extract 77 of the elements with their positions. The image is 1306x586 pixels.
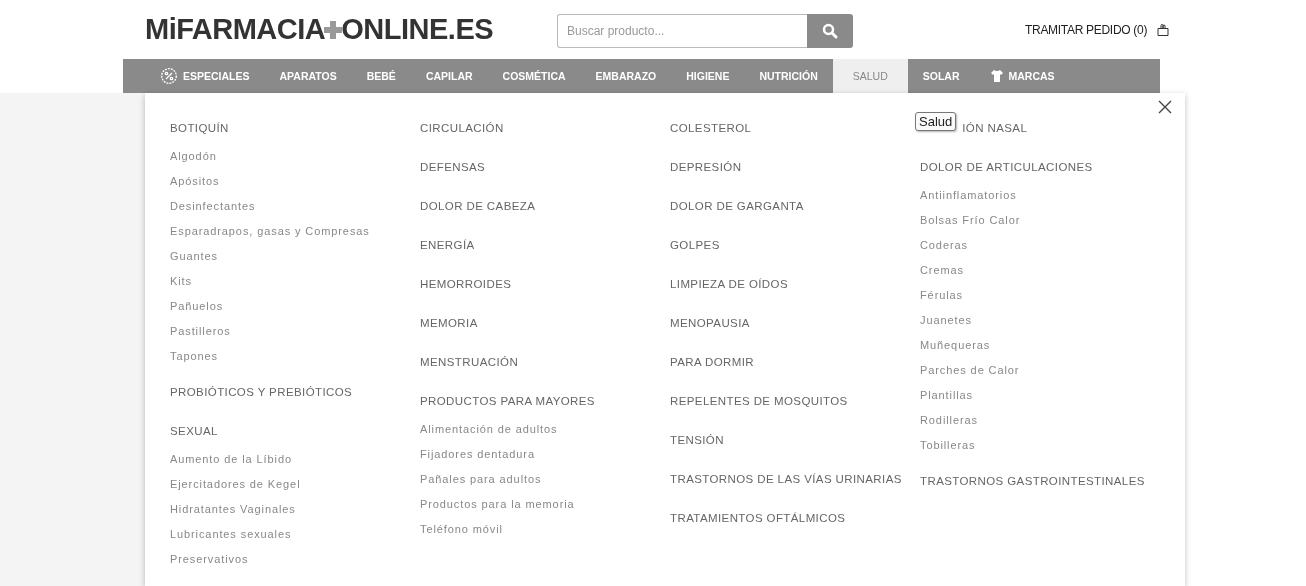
menu-category-link[interactable]: SEXUAL — [170, 424, 218, 437]
menu-subcategory-link[interactable]: Pañales para adultos — [420, 467, 645, 492]
nav-tab[interactable]: SALUD — [832, 59, 908, 93]
menu-subcategory-link[interactable]: Antiinflamatorios — [920, 183, 1145, 208]
menu-subcategory-link[interactable]: Preservativos — [170, 547, 395, 572]
shopping-bag-icon[interactable] — [1157, 23, 1170, 36]
checkout-link[interactable]: TRAMITAR PEDIDO (0) — [1025, 22, 1148, 37]
menu-subcategory-link[interactable]: Esparadrapos, gasas y Compresas — [170, 219, 395, 244]
menu-category-link[interactable]: BOTIQUÍN — [170, 121, 229, 134]
menu-subcategory-link[interactable]: Tapones — [170, 344, 395, 369]
nav-tab[interactable]: CAPILAR — [410, 59, 488, 93]
nav-tab[interactable]: ESPECIALES — [145, 59, 265, 93]
menu-category-link[interactable]: PROBIÓTICOS Y PREBIÓTICOS — [170, 385, 353, 398]
menu-category-link[interactable]: DEPRESIÓN — [670, 160, 742, 173]
menu-subcategory-link[interactable]: Tobilleras — [920, 433, 1145, 458]
menu-subcategory-link[interactable]: Hidratantes Vaginales — [170, 497, 395, 522]
menu-category-link[interactable]: ENERGÍA — [420, 238, 475, 251]
menu-category-link[interactable]: GOLPES — [670, 238, 720, 251]
nav-tab[interactable]: APARATOS — [264, 59, 352, 93]
search-icon — [822, 22, 838, 39]
menu-category-link[interactable]: REPELENTES DE MOSQUITOS — [670, 394, 848, 407]
menu-category-link[interactable]: DOLOR DE ARTICULACIONES — [920, 160, 1093, 173]
logo-text: ONLINE.ES — [341, 13, 494, 46]
menu-category-link[interactable]: PARA DORMIR — [670, 355, 755, 368]
menu-subcategory-link[interactable]: Productos para la memoria — [420, 492, 645, 517]
menu-subcategory-link[interactable]: Lubricantes sexuales — [170, 522, 395, 547]
shirt-icon — [989, 69, 1004, 83]
menu-subcategory-link[interactable]: Muñequeras — [920, 333, 1145, 358]
nav-tab[interactable]: COSMÉTICA — [487, 59, 581, 93]
menu-category-link[interactable]: DOLOR DE GARGANTA — [670, 199, 804, 212]
menu-subcategory-link[interactable]: Bolsas Frío Calor — [920, 208, 1145, 233]
menu-category-link[interactable]: PRODUCTOS PARA MAYORES — [420, 394, 595, 407]
nav-tab[interactable]: SOLAR — [907, 59, 975, 93]
menu-subcategory-link[interactable]: Teléfono móvil — [420, 517, 645, 542]
menu-category-link[interactable]: TRATAMIENTOS OFTÁLMICOS — [670, 511, 846, 524]
menu-category-link[interactable]: COLESTEROL — [670, 121, 752, 134]
menu-category-link[interactable]: TRASTORNOS DE LAS VÍAS URINARIAS — [670, 472, 902, 485]
menu-subcategory-link[interactable]: Rodilleras — [920, 408, 1145, 433]
menu-category-link[interactable]: LIMPIEZA DE OÍDOS — [670, 277, 788, 290]
menu-category-link[interactable]: MEMORIA — [420, 316, 478, 329]
menu-subcategory-link[interactable]: Ejercitadores de Kegel — [170, 472, 395, 497]
menu-subcategory-link[interactable]: Parches de Calor — [920, 358, 1145, 383]
menu-subcategory-link[interactable]: Aumento de la Líbido — [170, 447, 395, 472]
nav-tab[interactable]: HIGIENE — [671, 59, 745, 93]
percent-badge-icon — [160, 67, 178, 85]
logo-text: MiFARMACIA — [145, 13, 326, 46]
search-field[interactable]: Buscar producto... — [557, 13, 807, 48]
close-icon[interactable] — [1157, 99, 1173, 115]
nav-tab[interactable]: BEBÉ — [351, 59, 411, 93]
menu-category-link[interactable]: TRASTORNOS GASTROINTESTINALES — [920, 474, 1145, 487]
menu-category-link[interactable]: MENOPAUSIA — [670, 316, 750, 329]
menu-category-link[interactable]: DOLOR DE CABEZA — [420, 199, 536, 212]
menu-subcategory-link[interactable]: Plantillas — [920, 383, 1145, 408]
menu-category-link[interactable]: CIRCULACIÓN — [420, 121, 504, 134]
menu-category-link[interactable]: IÓN NASAL — [962, 121, 1028, 134]
menu-subcategory-link[interactable]: Desinfectantes — [170, 194, 395, 219]
menu-subcategory-link[interactable]: Apósitos — [170, 169, 395, 194]
nav-tab[interactable]: NUTRICIÓN — [744, 59, 833, 93]
nav-tab[interactable]: MARCAS — [974, 59, 1070, 93]
tooltip: Salud — [915, 112, 957, 131]
menu-subcategory-link[interactable]: Guantes — [170, 244, 395, 269]
menu-subcategory-link[interactable]: Kits — [170, 269, 395, 294]
menu-category-link[interactable]: TENSIÓN — [670, 433, 724, 446]
menu-subcategory-link[interactable]: Férulas — [920, 283, 1145, 308]
menu-subcategory-link[interactable]: Juanetes — [920, 308, 1145, 333]
menu-category-link[interactable]: DEFENSAS — [420, 160, 486, 173]
search-button[interactable] — [807, 13, 853, 48]
menu-subcategory-link[interactable]: Pastilleros — [170, 319, 395, 344]
menu-subcategory-link[interactable]: Alimentación de adultos — [420, 417, 645, 442]
menu-subcategory-link[interactable]: Algodón — [170, 144, 395, 169]
menu-subcategory-link[interactable]: Cremas — [920, 258, 1145, 283]
menu-category-link[interactable]: MENSTRUACIÓN — [420, 355, 519, 368]
nav-tab[interactable]: EMBARAZO — [580, 59, 672, 93]
menu-category-link[interactable]: HEMORROIDES — [420, 277, 512, 290]
menu-subcategory-link[interactable]: Pañuelos — [170, 294, 395, 319]
menu-subcategory-link[interactable]: Fijadores dentadura — [420, 442, 645, 467]
menu-subcategory-link[interactable]: Coderas — [920, 233, 1145, 258]
